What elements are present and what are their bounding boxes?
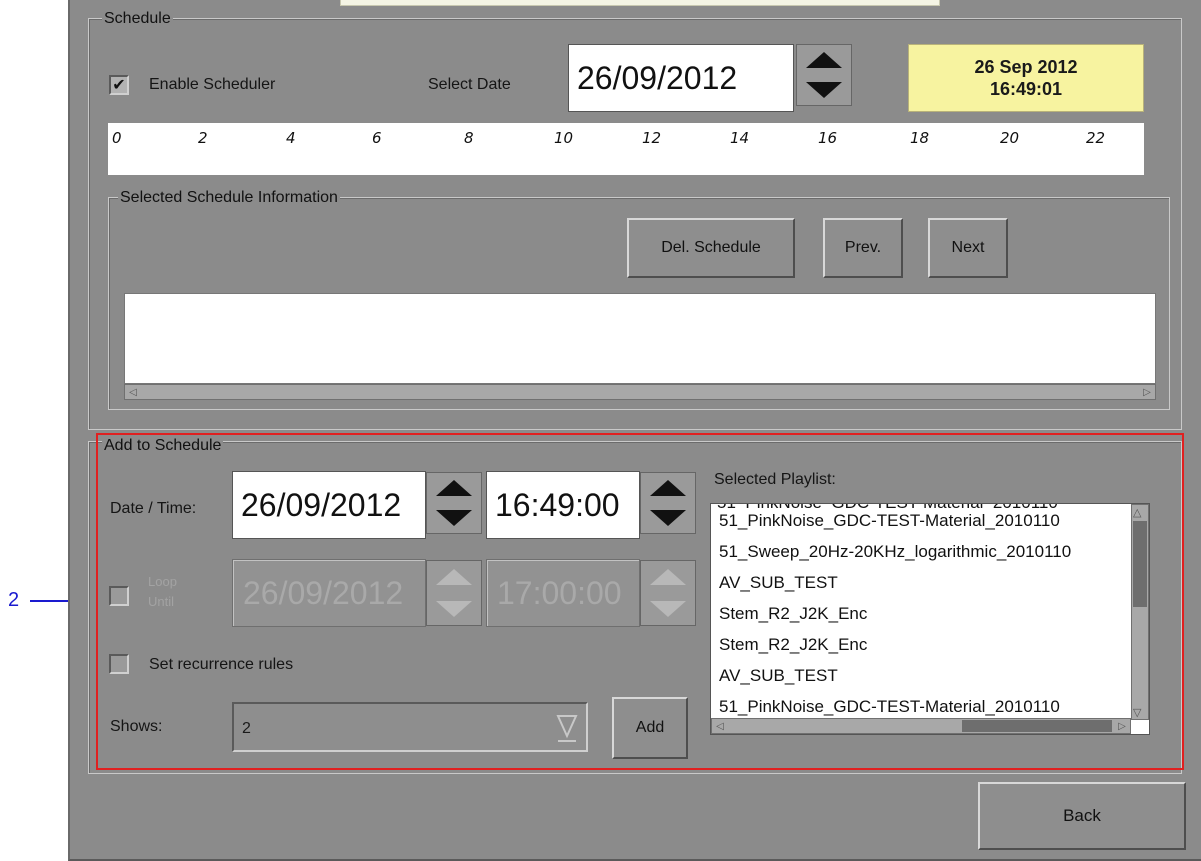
delete-schedule-button[interactable]: Del. Schedule bbox=[627, 218, 795, 278]
schedule-legend: Schedule bbox=[102, 10, 173, 28]
highlight-box bbox=[96, 433, 1184, 770]
select-date-label: Select Date bbox=[428, 76, 511, 93]
top-status-bar bbox=[340, 0, 940, 6]
schedule-timeline[interactable]: 0 2 4 6 8 10 12 14 16 18 20 22 bbox=[108, 123, 1144, 175]
increment-icon[interactable] bbox=[797, 45, 851, 75]
next-button[interactable]: Next bbox=[928, 218, 1008, 278]
prev-button[interactable]: Prev. bbox=[823, 218, 903, 278]
timeline-hour-label: 20 bbox=[1000, 129, 1020, 147]
timeline-hour-label: 6 bbox=[372, 129, 382, 147]
timeline-hour-label: 10 bbox=[554, 129, 574, 147]
clock-date: 26 Sep 2012 bbox=[974, 57, 1078, 77]
selected-schedule-info-legend: Selected Schedule Information bbox=[118, 189, 340, 207]
timeline-hour-label: 16 bbox=[818, 129, 838, 147]
back-button[interactable]: Back bbox=[978, 782, 1186, 850]
schedule-info-hscrollbar[interactable]: ◁ ▷ bbox=[124, 384, 1156, 400]
timeline-hour-label: 18 bbox=[910, 129, 930, 147]
scroll-left-icon[interactable]: ◁ bbox=[127, 387, 139, 398]
scroll-right-icon[interactable]: ▷ bbox=[1141, 387, 1153, 398]
timeline-hour-label: 0 bbox=[112, 129, 122, 147]
enable-scheduler-checkbox[interactable]: ✔ bbox=[109, 75, 129, 95]
timeline-hour-label: 14 bbox=[730, 129, 750, 147]
current-clock-display: 26 Sep 2012 16:49:01 bbox=[908, 44, 1144, 112]
timeline-hour-label: 22 bbox=[1086, 129, 1106, 147]
timeline-hour-label: 12 bbox=[642, 129, 662, 147]
timeline-hour-label: 8 bbox=[464, 129, 474, 147]
select-date-field[interactable]: 26/09/2012 bbox=[568, 44, 794, 112]
timeline-hour-label: 2 bbox=[198, 129, 208, 147]
callout-number: 2 bbox=[8, 589, 20, 611]
clock-time: 16:49:01 bbox=[989, 79, 1063, 99]
schedule-info-list[interactable] bbox=[124, 293, 1156, 384]
select-date-stepper[interactable] bbox=[796, 44, 852, 106]
decrement-icon[interactable] bbox=[797, 75, 851, 105]
select-date-value: 26/09/2012 bbox=[577, 59, 738, 96]
timeline-hour-label: 4 bbox=[286, 129, 296, 147]
enable-scheduler-label: Enable Scheduler bbox=[149, 76, 276, 93]
